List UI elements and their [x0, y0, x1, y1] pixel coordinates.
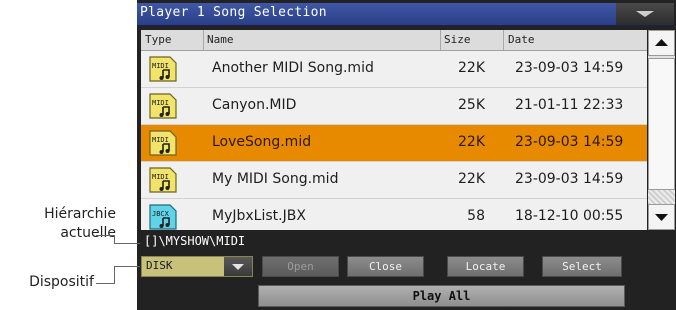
svg-text:MIDI: MIDI — [152, 173, 169, 181]
open-button[interactable]: Open — [262, 256, 339, 277]
file-row[interactable]: MIDI Canyon.MID 25K 21-01-11 22:33 — [141, 88, 647, 125]
svg-text:JBCX: JBCX — [152, 210, 170, 218]
callout-line — [96, 283, 114, 284]
close-button[interactable]: Close — [347, 256, 424, 277]
column-header-size[interactable]: Size — [444, 33, 471, 46]
callout-line — [96, 235, 114, 236]
file-size: 22K — [458, 134, 485, 150]
column-header-type[interactable]: Type — [145, 33, 172, 46]
chevron-down-icon — [232, 264, 244, 270]
scroll-thumb[interactable] — [648, 58, 675, 190]
file-date: 23-09-03 14:59 — [515, 171, 624, 187]
device-dropdown-button[interactable] — [224, 257, 252, 276]
svg-text:MIDI: MIDI — [152, 136, 169, 144]
scroll-down-button[interactable] — [648, 204, 675, 230]
file-date: 23-09-03 14:59 — [515, 60, 624, 76]
file-name: MyJbxList.JBX — [212, 208, 306, 224]
midi-file-icon: MIDI — [149, 167, 177, 193]
scroll-track[interactable] — [648, 190, 675, 204]
file-row[interactable]: MIDI My MIDI Song.mid 22K 23-09-03 14:59 — [141, 162, 647, 199]
file-name: Another MIDI Song.mid — [212, 60, 374, 76]
hierarchy-callout-line1: Hiérarchie — [44, 206, 116, 222]
locate-button[interactable]: Locate — [447, 256, 524, 277]
title-bar: Player 1 Song Selection — [137, 3, 674, 26]
hierarchy-callout: Hiérarchie actuelle — [6, 205, 116, 243]
svg-text:MIDI: MIDI — [152, 99, 169, 107]
list-header: Type Name Size Date — [141, 30, 647, 51]
device-callout: Dispositif — [29, 274, 94, 290]
file-name: LoveSong.mid — [212, 134, 312, 150]
file-size: 22K — [458, 171, 485, 187]
arrow-up-icon — [655, 39, 668, 46]
column-divider — [440, 30, 441, 50]
file-date: 23-09-03 14:59 — [515, 134, 624, 150]
page-menu-button[interactable] — [616, 3, 674, 25]
file-row[interactable]: MIDI Another MIDI Song.mid 22K 23-09-03 … — [141, 51, 647, 88]
select-button[interactable]: Select — [542, 256, 622, 277]
callout-line — [114, 243, 140, 244]
callout-line — [114, 235, 115, 243]
callout-line — [114, 266, 115, 284]
column-header-date[interactable]: Date — [508, 33, 535, 46]
file-date: 18-12-10 00:55 — [515, 208, 624, 224]
file-date: 21-01-11 22:33 — [515, 97, 624, 113]
file-name: Canyon.MID — [212, 97, 297, 113]
current-path: []\MYSHOW\MIDI — [144, 234, 246, 248]
svg-text:MIDI: MIDI — [152, 62, 169, 70]
file-name: My MIDI Song.mid — [212, 171, 339, 187]
vertical-scrollbar[interactable] — [648, 30, 675, 230]
midi-file-icon: MIDI — [149, 56, 177, 82]
column-divider — [503, 30, 504, 50]
menu-arrow-icon — [636, 11, 654, 17]
jbx-file-icon: JBCX — [149, 204, 177, 230]
file-size: 25K — [458, 97, 485, 113]
file-list: Type Name Size Date MIDI Another MIDI So… — [141, 30, 647, 230]
hierarchy-callout-line2: actuelle — [60, 225, 116, 241]
file-size: 22K — [458, 60, 485, 76]
arrow-down-icon — [655, 214, 668, 221]
device-value: DISK — [146, 259, 173, 272]
device-selector[interactable]: DISK — [141, 256, 253, 277]
midi-file-icon: MIDI — [149, 130, 177, 156]
file-row-selected[interactable]: MIDI LoveSong.mid 22K 23-09-03 14:59 — [141, 125, 647, 162]
callout-line — [114, 266, 140, 267]
scroll-up-button[interactable] — [648, 30, 675, 56]
column-divider — [203, 30, 204, 50]
file-row[interactable]: JBCX MyJbxList.JBX 58 18-12-10 00:55 — [141, 199, 647, 230]
play-all-button[interactable]: Play All — [258, 285, 625, 307]
column-header-name[interactable]: Name — [207, 33, 234, 46]
window-title: Player 1 Song Selection — [140, 5, 327, 20]
file-size: 58 — [467, 208, 485, 224]
midi-file-icon: MIDI — [149, 93, 177, 119]
